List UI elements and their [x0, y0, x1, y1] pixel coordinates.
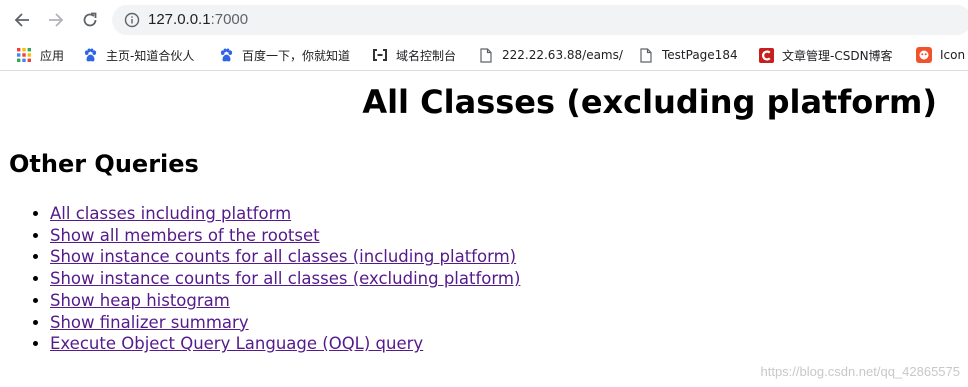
bookmark-label: TestPage184 [662, 48, 738, 62]
link-instance-counts-excluding[interactable]: Show instance counts for all classes (ex… [50, 269, 520, 288]
bookmark-domain-console[interactable]: 域名控制台 [372, 46, 456, 64]
link-finalizer-summary[interactable]: Show finalizer summary [50, 313, 249, 332]
watermark: https://blog.csdn.net/qq_42865575 [760, 364, 961, 379]
page-title: All Classes (excluding platform) [362, 83, 937, 121]
url-port: :7000 [210, 11, 249, 28]
section-title: Other Queries [9, 150, 199, 178]
site-info-icon[interactable] [124, 12, 140, 28]
bookmark-iconfont[interactable]: Icon [916, 46, 965, 64]
bookmark-csdn[interactable]: 文章管理-CSDN博客 [758, 46, 893, 64]
bookmark-label: 百度一下，你就知道 [242, 48, 351, 63]
baidu-paw-icon [218, 47, 234, 63]
list-item: Execute Object Query Language (OQL) quer… [50, 333, 520, 355]
reload-icon [83, 12, 97, 27]
back-arrow-icon [14, 13, 29, 27]
page-icon [478, 47, 494, 63]
list-item: Show heap histogram [50, 290, 520, 312]
bookmark-baidu[interactable]: 百度一下，你就知道 [218, 46, 350, 64]
link-instance-counts-including[interactable]: Show instance counts for all classes (in… [50, 247, 516, 266]
url-text[interactable]: 127.0.0.1:7000 [148, 11, 248, 28]
bookmark-label: Icon [940, 48, 966, 62]
query-list: All classes including platform Show all … [10, 203, 520, 355]
link-heap-histogram[interactable]: Show heap histogram [50, 291, 230, 310]
page-icon [638, 47, 654, 63]
list-item: Show all members of the rootset [50, 225, 520, 247]
bookmark-label: 应用 [40, 48, 65, 63]
bookmark-apps[interactable]: 应用 [16, 46, 64, 64]
list-item: Show finalizer summary [50, 312, 520, 334]
forward-button[interactable] [44, 8, 68, 32]
forward-arrow-icon [49, 13, 64, 27]
bookmark-label: 222.22.63.88/eams/ [502, 48, 623, 62]
back-button[interactable] [10, 8, 34, 32]
bookmark-label: 文章管理-CSDN博客 [782, 48, 893, 63]
link-rootset-members[interactable]: Show all members of the rootset [50, 226, 320, 245]
iconfont-icon [916, 47, 932, 63]
bookmark-label: 主页-知道合伙人 [106, 48, 195, 63]
browser-toolbar: 127.0.0.1:7000 [0, 0, 968, 40]
link-oql-query[interactable]: Execute Object Query Language (OQL) quer… [50, 334, 423, 353]
bookmark-eams[interactable]: 222.22.63.88/eams/ [478, 46, 623, 64]
csdn-icon [758, 47, 774, 63]
page-content: All Classes (excluding platform) Other Q… [0, 71, 968, 387]
bookmark-zhidao-home[interactable]: 主页-知道合伙人 [82, 46, 194, 64]
baidu-paw-icon [82, 47, 98, 63]
cloud-console-icon [372, 47, 388, 63]
url-host: 127.0.0.1 [148, 11, 211, 28]
link-all-classes-including-platform[interactable]: All classes including platform [50, 204, 291, 223]
apps-grid-icon [16, 47, 32, 63]
address-bar[interactable]: 127.0.0.1:7000 [112, 5, 968, 35]
bookmark-label: 域名控制台 [396, 48, 457, 63]
list-item: All classes including platform [50, 203, 520, 225]
bookmarks-bar: 应用 主页-知道合伙人 百度一下，你就知道 域名控制台 222.22.63.88… [0, 40, 968, 71]
list-item: Show instance counts for all classes (ex… [50, 268, 520, 290]
list-item: Show instance counts for all classes (in… [50, 246, 520, 268]
bookmark-testpage184[interactable]: TestPage184 [638, 46, 738, 64]
reload-button[interactable] [78, 8, 102, 32]
